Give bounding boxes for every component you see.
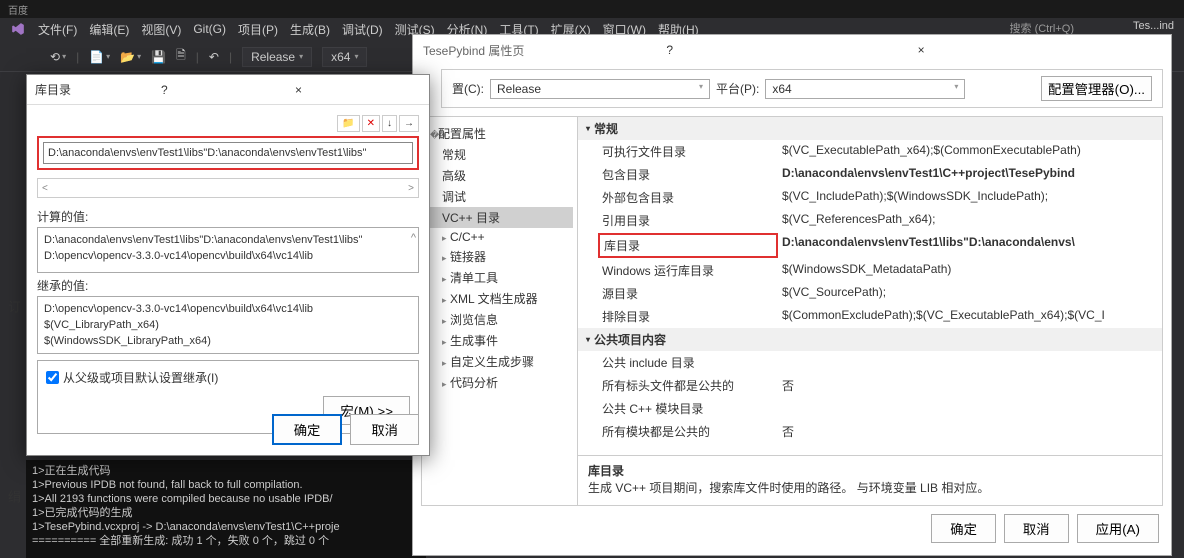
output-console: 1>正在生成代码 1>Previous IPDB not found, fall… [26,460,426,558]
path-highlight: D:\anaconda\envs\envTest1\libs"D:\anacon… [37,136,419,170]
prop-cancel-button[interactable]: 取消 [1004,514,1069,543]
menu-debug[interactable]: 调试(D) [336,18,389,41]
menu-project[interactable]: 项目(P) [232,18,284,41]
row-exepath[interactable]: 可执行文件目录$(VC_ExecutablePath_x64);$(Common… [578,140,1162,163]
platform-label: 平台(P): [716,80,759,97]
dlg-title-text: 库目录 [35,81,153,98]
menu-file[interactable]: 文件(F) [32,18,83,41]
prop-tree: �סּ配置属性 常规 高级 调试 VC++ 目录 ▸C/C++ ▸链接器 ▸清单… [422,117,578,505]
prop-description: 库目录 生成 VC++ 项目期间，搜索库文件时使用的路径。 与环境变量 LIB … [578,455,1162,505]
prop-apply-button[interactable]: 应用(A) [1077,514,1159,543]
menu-git[interactable]: Git(G) [187,19,232,39]
menu-edit[interactable]: 编辑(E) [83,18,135,41]
row-allmodules[interactable]: 所有模块都是公共的否 [578,420,1162,443]
config-combo[interactable]: Release▾ [242,47,312,67]
new-line-icon[interactable]: 📁 [337,115,359,132]
row-extinclude[interactable]: 外部包含目录$(VC_IncludePath);$(WindowsSDK_Inc… [578,186,1162,209]
tree-general[interactable]: 常规 [426,144,573,165]
platform-select[interactable]: x64▾ [765,79,965,99]
vs-logo-icon [4,22,32,36]
scroll-up-icon[interactable]: ^ [411,230,416,246]
tree-linker[interactable]: ▸链接器 [426,246,573,267]
section-public[interactable]: ▾公共项目内容 [578,328,1162,351]
row-refpath[interactable]: 引用目录$(VC_ReferencesPath_x64); [578,209,1162,232]
lib-dir-dialog: 库目录 ? × 📁 ✕ ↓ → D:\anaconda\envs\envTest… [26,74,430,456]
save-icon[interactable]: 💾 [151,50,166,64]
tree-advanced[interactable]: 高级 [426,165,573,186]
inherit-checkbox[interactable]: 从父级或项目默认设置继承(I) [46,369,410,386]
tree-build-events[interactable]: ▸生成事件 [426,330,573,351]
config-label: 置(C): [452,80,484,97]
menu-view[interactable]: 视图(V) [135,18,187,41]
tree-custom-build[interactable]: ▸自定义生成步骤 [426,351,573,372]
tree-browse[interactable]: ▸浏览信息 [426,309,573,330]
h-scroll[interactable]: <> [37,178,419,198]
help-icon[interactable]: ? [153,79,287,101]
close-icon[interactable]: × [910,39,1161,61]
calc-list: D:\anaconda\envs\envTest1\libs"D:\anacon… [37,227,419,273]
prop-grid: ▾常规 可执行文件目录$(VC_ExecutablePath_x64);$(Co… [578,117,1162,455]
row-includepath[interactable]: 包含目录D:\anaconda\envs\envTest1\C++project… [578,163,1162,186]
prop-title-text: TesePybind 属性页 [423,42,658,59]
save-all-icon[interactable]: 🗎 [176,46,186,67]
doc-tab[interactable]: Tes...ind [1133,20,1174,32]
delete-line-icon[interactable]: ✕ [362,115,380,132]
tree-debug[interactable]: 调试 [426,186,573,207]
inherit-list: D:\opencv\opencv-3.3.0-vc14\opencv\build… [37,296,419,354]
section-general[interactable]: ▾常规 [578,117,1162,140]
row-sourcepath[interactable]: 源目录$(VC_SourcePath); [578,282,1162,305]
path-input[interactable]: D:\anaconda\envs\envTest1\libs"D:\anacon… [43,142,413,164]
inherit-label: 继承的值: [37,277,419,294]
config-select[interactable]: Release▾ [490,79,710,99]
cancel-button[interactable]: 取消 [350,414,419,445]
tree-manifest[interactable]: ▸清单工具 [426,267,573,288]
config-manager-button[interactable]: 配置管理器(O)... [1041,76,1152,101]
edge2: 绢 [4,490,23,503]
tree-cpp[interactable]: ▸C/C++ [426,228,573,246]
close-icon[interactable]: × [287,79,421,101]
property-page-dialog: TesePybind 属性页 ? × 置(C): Release▾ 平台(P):… [412,34,1172,556]
platform-combo[interactable]: x64▾ [322,47,367,67]
calc-label: 计算的值: [37,208,419,225]
ok-button[interactable]: 确定 [272,414,343,445]
row-excludepath[interactable]: 排除目录$(CommonExcludePath);$(VC_Executable… [578,305,1162,328]
row-pubmodules[interactable]: 公共 C++ 模块目录 [578,397,1162,420]
new-file-icon[interactable]: 📄 ▾ [89,50,110,64]
tree-config-props[interactable]: �סּ配置属性 [426,123,573,144]
tree-xmldoc[interactable]: ▸XML 文档生成器 [426,288,573,309]
row-libpath[interactable]: 库目录D:\anaconda\envs\envTest1\libs"D:\ana… [578,232,1162,259]
menu-build[interactable]: 生成(B) [284,18,336,41]
prop-ok-button[interactable]: 确定 [931,514,996,543]
undo-icon[interactable]: ↶ [209,50,219,64]
row-allheaders[interactable]: 所有标头文件都是公共的否 [578,374,1162,397]
row-pubinclude[interactable]: 公共 include 目录 [578,351,1162,374]
edge1: 订 [4,300,23,313]
tree-code-analysis[interactable]: ▸代码分析 [426,372,573,393]
tree-vcpp-dirs[interactable]: VC++ 目录 [426,207,573,228]
move-down-icon[interactable]: ↓ [382,115,397,132]
browser-tabs-fragment: 百度 [0,0,1184,18]
open-icon[interactable]: 📂 ▾ [120,50,141,64]
row-winrt[interactable]: Windows 运行库目录$(WindowsSDK_MetadataPath) [578,259,1162,282]
browse-icon[interactable]: → [399,115,419,132]
nav-back-icon[interactable]: ⟲ ▾ [50,50,66,64]
help-icon[interactable]: ? [658,39,909,61]
